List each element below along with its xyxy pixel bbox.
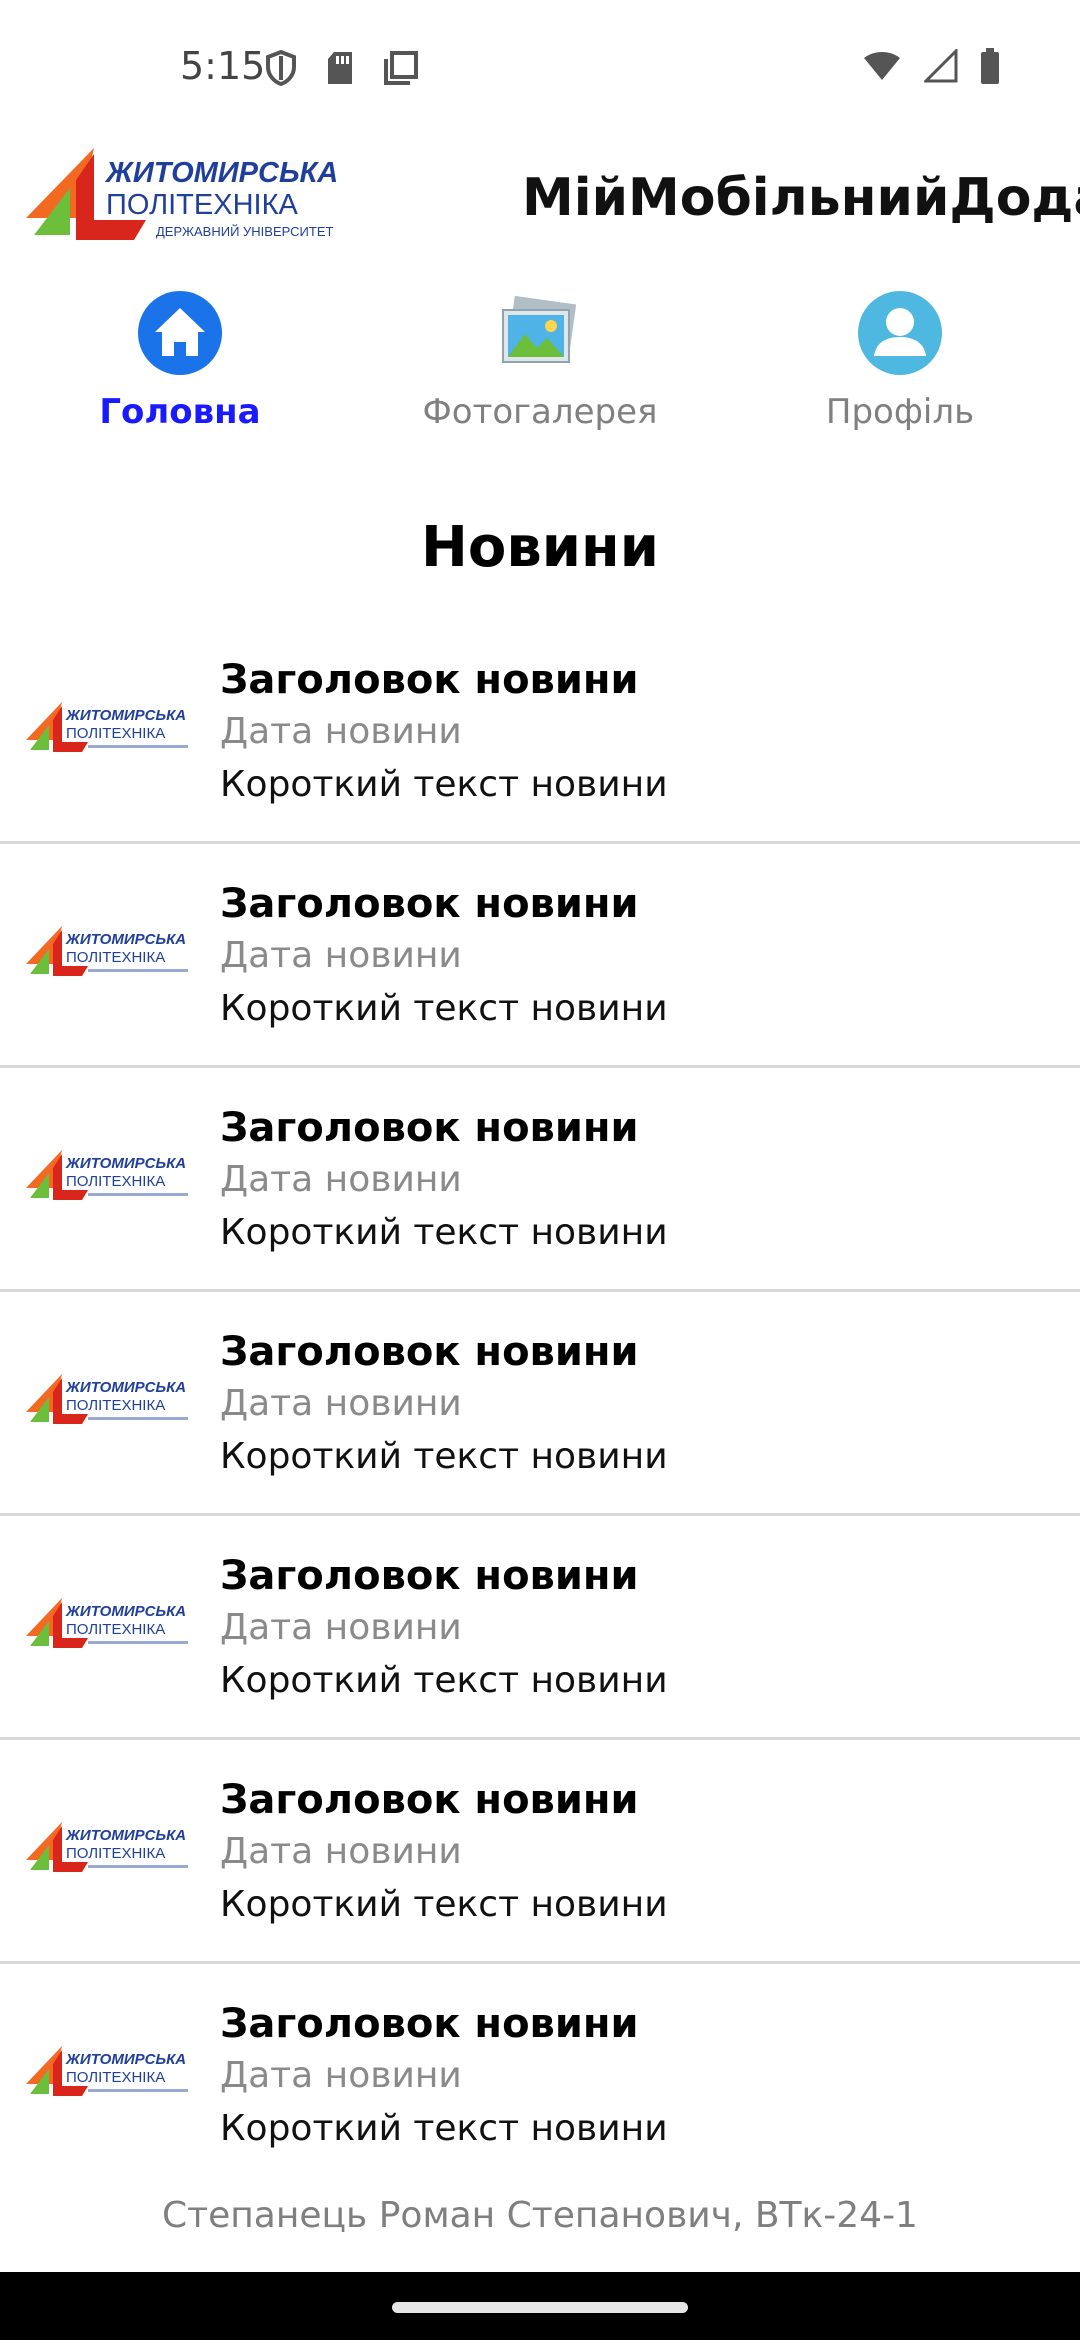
status-bar: 5:15 [0, 0, 1080, 140]
battery-icon [981, 48, 999, 84]
news-title: Заголовок новини [220, 2001, 639, 2047]
news-thumbnail-logo [26, 2046, 188, 2096]
news-title: Заголовок новини [220, 657, 639, 703]
status-icons-left [265, 50, 419, 86]
news-date: Дата новини [220, 1831, 462, 1872]
news-title: Заголовок новини [220, 1777, 639, 1823]
news-thumbnail-logo [26, 1822, 188, 1872]
section-title: Новини [421, 515, 659, 580]
news-item[interactable]: Заголовок новини Дата новини Короткий те… [0, 844, 1080, 1068]
app-title: МійМобільнийДодаток [522, 168, 1080, 228]
news-thumbnail-logo [26, 702, 188, 752]
news-item[interactable]: Заголовок новини Дата новини Короткий те… [0, 1964, 1080, 2185]
news-text: Короткий текст новини [220, 1884, 668, 1925]
logo-text-line2: ПОЛІТЕХНІКА [106, 189, 298, 221]
news-item[interactable]: Заголовок новини Дата новини Короткий те… [0, 1068, 1080, 1292]
news-thumbnail-logo [26, 1598, 188, 1648]
news-date: Дата новини [220, 1159, 462, 1200]
cell-signal-icon [924, 49, 958, 83]
news-text: Короткий текст новини [220, 2108, 668, 2149]
sd-card-icon [328, 52, 352, 84]
news-item[interactable]: Заголовок новини Дата новини Короткий те… [0, 620, 1080, 844]
news-item[interactable]: Заголовок новини Дата новини Короткий те… [0, 1740, 1080, 1964]
news-thumbnail-logo [26, 1374, 188, 1424]
news-list: Заголовок новини Дата новини Короткий те… [0, 620, 1080, 2185]
news-date: Дата новини [220, 2055, 462, 2096]
profile-icon [858, 291, 942, 375]
status-time: 5:15 [180, 44, 266, 88]
tab-profile[interactable]: Профіль [750, 290, 1050, 432]
home-gesture-handle[interactable] [392, 2302, 688, 2313]
news-date: Дата новини [220, 1383, 462, 1424]
logo-text-line3: ДЕРЖАВНИЙ УНІВЕРСИТЕТ [156, 224, 334, 239]
news-date: Дата новини [220, 935, 462, 976]
tab-bar: Головна Фотогалерея Профіль [0, 290, 1080, 460]
news-text: Короткий текст новини [220, 1660, 668, 1701]
wifi-icon [864, 52, 900, 80]
tab-gallery[interactable]: Фотогалерея [390, 290, 690, 432]
tab-home[interactable]: Головна [30, 290, 330, 432]
news-thumbnail-logo [26, 926, 188, 976]
news-title: Заголовок новини [220, 1553, 639, 1599]
news-item[interactable]: Заголовок новини Дата новини Короткий те… [0, 1292, 1080, 1516]
system-nav-bar [0, 2272, 1080, 2340]
news-text: Короткий текст новини [220, 1436, 668, 1477]
footer-author: Степанець Роман Степанович, ВТк-24-1 [162, 2195, 918, 2236]
university-logo: ЖИТОМИРСЬКА ПОЛІТЕХНІКА ДЕРЖАВНИЙ УНІВЕР… [26, 148, 338, 240]
logo-text-line1: ЖИТОМИРСЬКА [104, 157, 338, 189]
status-icons-right [862, 48, 1000, 84]
tab-gallery-label: Фотогалерея [422, 392, 658, 432]
news-date: Дата новини [220, 711, 462, 752]
news-text: Короткий текст новини [220, 1212, 668, 1253]
news-date: Дата новини [220, 1607, 462, 1648]
tab-profile-label: Профіль [825, 392, 975, 432]
screenshot-icon [384, 51, 418, 85]
news-text: Короткий текст новини [220, 764, 668, 805]
app-header: ЖИТОМИРСЬКА ПОЛІТЕХНІКА ДЕРЖАВНИЙ УНІВЕР… [0, 140, 1080, 260]
news-title: Заголовок новини [220, 881, 639, 927]
news-title: Заголовок новини [220, 1105, 639, 1151]
news-item[interactable]: Заголовок новини Дата новини Короткий те… [0, 1516, 1080, 1740]
news-thumbnail-logo [26, 1150, 188, 1200]
shield-icon [266, 50, 296, 86]
tab-home-label: Головна [99, 392, 261, 432]
gallery-icon [502, 295, 577, 363]
home-icon [138, 291, 222, 375]
news-text: Короткий текст новини [220, 988, 668, 1029]
news-title: Заголовок новини [220, 1329, 639, 1375]
